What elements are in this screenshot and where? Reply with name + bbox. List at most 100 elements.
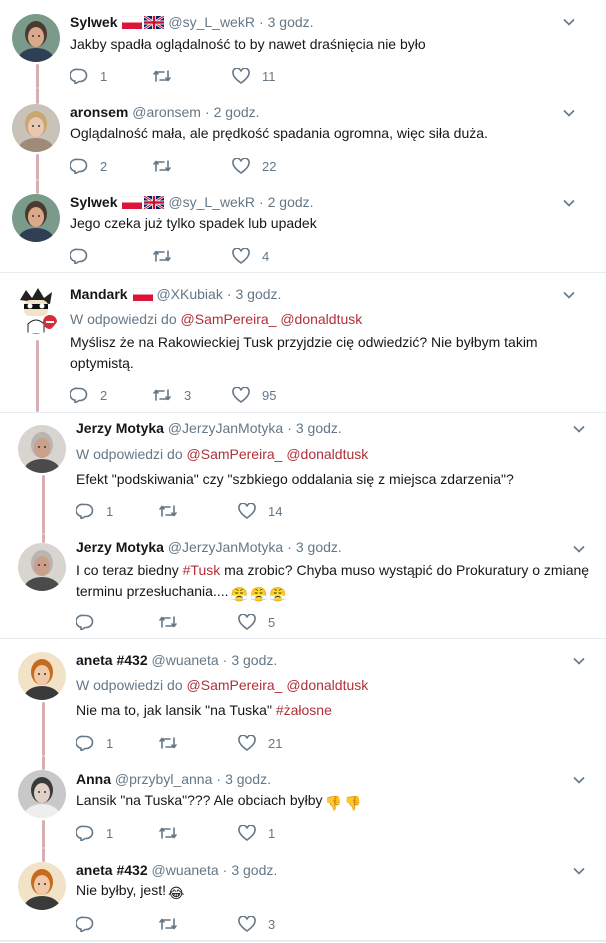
reply-count: 1 [106, 825, 114, 841]
chevron-down-icon[interactable] [563, 15, 575, 27]
tweet-actions: 2 22 [70, 156, 370, 176]
chevron-down-icon[interactable] [573, 654, 585, 666]
tweet-time[interactable]: 3 godz. [268, 14, 314, 30]
tweet-time[interactable]: 3 godz. [231, 652, 277, 668]
reply-context-label: W odpowiedzi do [76, 677, 183, 693]
reply-button[interactable]: 2 [70, 385, 107, 405]
like-button[interactable]: 1 [238, 823, 275, 843]
retweet-button[interactable]: 3 [152, 385, 191, 405]
retweet-button[interactable] [158, 612, 190, 632]
reply-button[interactable]: 1 [76, 823, 113, 843]
tweet-time[interactable]: 3 godz. [225, 771, 271, 787]
like-count: 95 [262, 387, 277, 403]
retweet-button[interactable] [158, 733, 190, 753]
emoji: 😂 [168, 885, 185, 901]
mention-link[interactable]: @SamPereira_ [187, 446, 283, 462]
like-icon [238, 916, 268, 932]
retweet-button[interactable] [152, 156, 184, 176]
avatar[interactable] [18, 862, 66, 910]
retweet-button[interactable] [152, 66, 184, 86]
tweet-time[interactable]: 3 godz. [231, 862, 277, 878]
user-handle[interactable]: @sy_L_wekR [168, 194, 255, 210]
mention-link[interactable]: @donaldtusk [286, 446, 368, 462]
reply-button[interactable]: 1 [70, 66, 107, 86]
avatar[interactable] [12, 104, 60, 152]
reply-button[interactable] [70, 246, 100, 266]
hashtag-link[interactable]: #Tusk [183, 562, 221, 578]
like-button[interactable]: 14 [238, 501, 282, 521]
tweet-time[interactable]: 3 godz. [236, 286, 282, 302]
display-name[interactable]: Jerzy Motyka [76, 420, 164, 436]
avatar[interactable] [18, 652, 66, 700]
tweet-time[interactable]: 3 godz. [296, 539, 342, 555]
tweet-time[interactable]: 2 godz. [268, 194, 314, 210]
chevron-down-icon[interactable] [563, 288, 575, 300]
avatar[interactable] [12, 286, 60, 334]
reply-button[interactable] [76, 914, 106, 934]
separator-dot: · [287, 420, 292, 436]
user-handle[interactable]: @JerzyJanMotyka [168, 539, 283, 555]
chevron-down-icon[interactable] [573, 422, 585, 434]
tweet-time[interactable]: 2 godz. [214, 104, 260, 120]
mention-link[interactable]: @SamPereira_ [187, 677, 283, 693]
reply-button[interactable] [76, 612, 106, 632]
display-name[interactable]: aronsem [70, 104, 128, 120]
display-name[interactable]: Sylwek [70, 14, 117, 30]
avatar[interactable] [12, 194, 60, 242]
tweet-text: I co teraz biedny #Tusk ma zrobic? Chyba… [76, 560, 596, 605]
user-handle[interactable]: @sy_L_wekR [168, 14, 255, 30]
user-handle[interactable]: @aronsem [132, 104, 201, 120]
avatar[interactable] [18, 770, 66, 818]
uk-flag-icon [143, 14, 166, 34]
mention-link[interactable]: @donaldtusk [286, 677, 368, 693]
chevron-down-icon[interactable] [563, 106, 575, 118]
reply-button[interactable]: 1 [76, 501, 113, 521]
hashtag-link[interactable]: #żałosne [276, 702, 332, 718]
user-handle[interactable]: @wuaneta [152, 862, 219, 878]
tweet-text: Efekt "podskiwania" czy "szbkiego oddala… [76, 469, 576, 490]
retweet-button[interactable] [152, 246, 184, 266]
like-button[interactable]: 4 [232, 246, 269, 266]
user-handle[interactable]: @wuaneta [152, 652, 219, 668]
tweet-text: Myślisz że na Rakowieckiej Tusk przyjdzi… [70, 332, 540, 374]
avatar[interactable] [12, 14, 60, 62]
reply-icon [76, 735, 106, 751]
like-button[interactable]: 22 [232, 156, 276, 176]
reply-icon [70, 68, 100, 84]
chevron-down-icon[interactable] [573, 773, 585, 785]
separator-dot: · [226, 286, 232, 302]
user-handle[interactable]: @JerzyJanMotyka [168, 420, 283, 436]
like-button[interactable]: 3 [238, 914, 275, 934]
display-name[interactable]: aneta #432 [76, 652, 148, 668]
display-name[interactable]: Mandark [70, 286, 128, 302]
display-name[interactable]: aneta #432 [76, 862, 148, 878]
separator-dot: · [258, 194, 264, 210]
avatar[interactable] [18, 425, 66, 473]
user-handle[interactable]: @przybyl_anna [115, 771, 213, 787]
chevron-down-icon[interactable] [573, 864, 585, 876]
emoji: 👎 [324, 795, 342, 811]
tweet-text: Lansik "na Tuska"??? Ale obciach byłby 👎 👎 [76, 790, 576, 814]
chevron-down-icon[interactable] [573, 542, 585, 554]
chevron-down-icon[interactable] [563, 196, 575, 208]
reply-button[interactable]: 2 [70, 156, 107, 176]
like-button[interactable]: 5 [238, 612, 275, 632]
like-count: 11 [262, 68, 276, 84]
mention-link[interactable]: @donaldtusk [280, 311, 362, 327]
like-button[interactable]: 95 [232, 385, 276, 405]
display-name[interactable]: Anna [76, 771, 111, 787]
display-name[interactable]: Sylwek [70, 194, 117, 210]
mention-link[interactable]: @SamPereira_ [181, 311, 277, 327]
like-button[interactable]: 11 [232, 66, 276, 86]
avatar[interactable] [18, 543, 66, 591]
like-icon [232, 387, 262, 403]
retweet-button[interactable] [158, 823, 190, 843]
tweet-time[interactable]: 3 godz. [296, 420, 342, 436]
tweet-header: aneta #432 @wuaneta · 3 godz. [76, 650, 277, 670]
reply-button[interactable]: 1 [76, 733, 113, 753]
retweet-button[interactable] [158, 914, 190, 934]
user-handle[interactable]: @XKubiak [156, 286, 222, 302]
like-button[interactable]: 21 [238, 733, 282, 753]
display-name[interactable]: Jerzy Motyka [76, 539, 164, 555]
retweet-button[interactable] [158, 501, 190, 521]
